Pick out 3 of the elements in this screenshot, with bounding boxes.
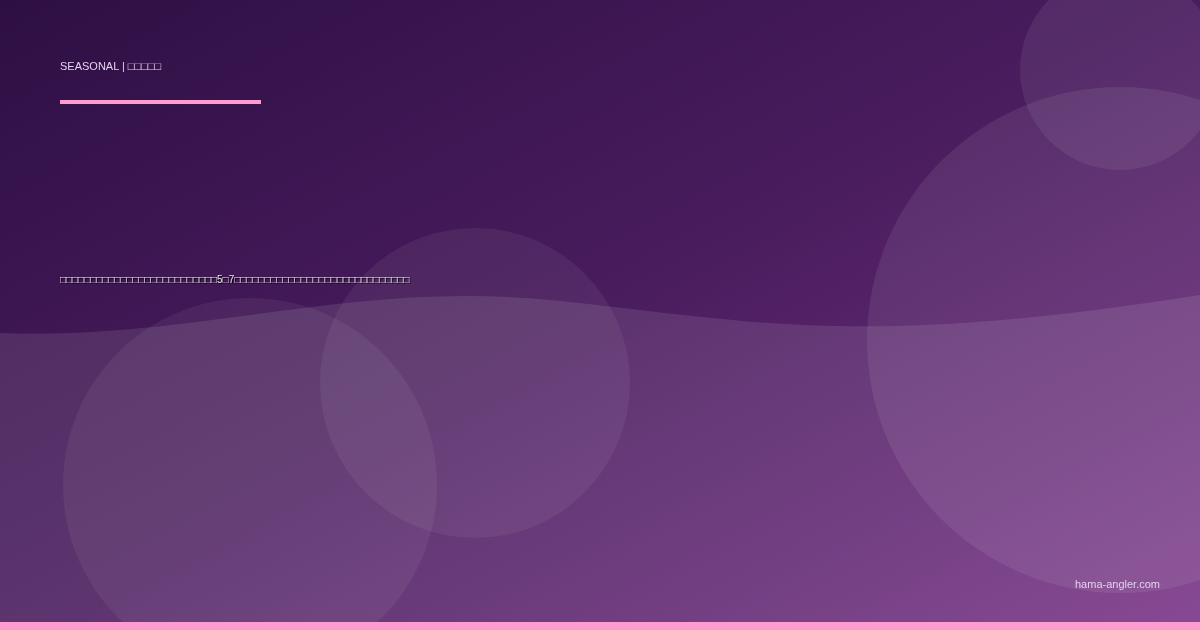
page-title: □□□□□□□□□□□□□□□□□□□□□□□□□□5□7□□□□□□□□□□□□□□□□□□□□□□□□□□□□□: [60, 274, 411, 286]
category-label: SEASONAL | □□□□□: [60, 60, 163, 73]
domain-text: hama-angler.com: [1075, 576, 1160, 592]
